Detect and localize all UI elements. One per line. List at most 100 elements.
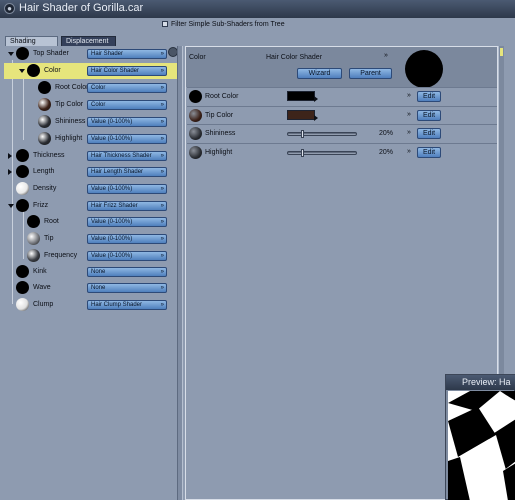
shader-type-select[interactable]: Hair Clump Shader » — [87, 300, 167, 310]
param-label: Highlight — [205, 149, 233, 156]
scroll-marker — [500, 48, 503, 56]
chevron-icon[interactable]: » — [407, 92, 411, 99]
tree-item-tip-color[interactable]: Tip Color Color » — [4, 97, 180, 113]
tree-item-tip[interactable]: Tip Value (0-100%) » — [4, 231, 180, 247]
swatch-corner-icon — [314, 115, 318, 121]
shader-ball-icon — [27, 232, 40, 245]
close-icon[interactable]: ● — [4, 3, 15, 14]
tree-item-thickness[interactable]: Thickness Hair Thickness Shader » — [4, 148, 180, 164]
value-slider[interactable] — [287, 130, 357, 138]
shader-ball-icon — [38, 132, 51, 145]
disclosure-closed-icon[interactable] — [8, 153, 12, 159]
parent-button[interactable]: Parent — [349, 68, 392, 79]
panel-divider[interactable] — [177, 46, 183, 500]
edit-button[interactable]: Edit — [417, 110, 441, 121]
slider-thumb[interactable] — [301, 149, 304, 157]
percent-value: 20% — [379, 130, 394, 137]
edit-button[interactable]: Edit — [417, 147, 441, 158]
tree-item-highlight[interactable]: Highlight Value (0-100%) » — [4, 131, 180, 147]
disclosure-open-icon[interactable] — [19, 69, 25, 73]
color-swatch[interactable] — [287, 110, 318, 121]
preview-title[interactable]: Preview: Ha — [446, 375, 515, 390]
chevron-down-icon: » — [160, 51, 164, 57]
tree-item-wave[interactable]: Wave None » — [4, 280, 180, 296]
param-row-shininess: Shininess 20% » Edit — [187, 124, 497, 142]
shader-type-select[interactable]: Hair Frizz Shader » — [87, 201, 167, 211]
chevron-icon[interactable]: » — [407, 148, 411, 155]
shader-type-select[interactable]: Value (0-100%) » — [87, 134, 167, 144]
param-row-highlight: Highlight 20% » Edit — [187, 143, 497, 161]
shader-type-select[interactable]: Value (0-100%) » — [87, 184, 167, 194]
wizard-button[interactable]: Wizard — [297, 68, 342, 79]
shader-ball-icon — [27, 64, 40, 77]
shader-type-select[interactable]: Hair Shader » — [87, 49, 167, 59]
disclosure-closed-icon[interactable] — [8, 169, 12, 175]
shader-type-select[interactable]: Value (0-100%) » — [87, 117, 167, 127]
shader-type-select[interactable]: Color » — [87, 83, 167, 93]
shader-preview-ball — [405, 50, 443, 88]
tree-item-label: Density — [33, 185, 57, 192]
tree-item-shininess[interactable]: Shininess Value (0-100%) » — [4, 114, 180, 130]
select-value: Value (0-100%) — [91, 186, 133, 192]
swatch-corner-icon — [314, 96, 318, 102]
param-row-tip-color: Tip Color » Edit — [187, 106, 497, 124]
shader-ball-icon — [16, 199, 29, 212]
shader-type-select[interactable]: Hair Length Shader » — [87, 167, 167, 177]
panel-header: Color Hair Color Shader » Wizard Parent — [186, 47, 497, 88]
slider-thumb[interactable] — [301, 130, 304, 138]
shader-type-select[interactable]: Value (0-100%) » — [87, 234, 167, 244]
tree-item-root[interactable]: Root Value (0-100%) » — [4, 214, 180, 230]
edit-button[interactable]: Edit — [417, 91, 441, 102]
panel-label: Color — [189, 54, 206, 61]
checkbox-icon[interactable] — [162, 21, 168, 27]
disclosure-open-icon[interactable] — [8, 204, 14, 208]
chevron-down-icon: » — [160, 169, 164, 175]
tree-item-label: Thickness — [33, 152, 65, 159]
filter-checkbox[interactable]: Filter Simple Sub-Shaders from Tree — [162, 21, 285, 28]
chevron-icon[interactable]: » — [384, 52, 388, 59]
chevron-icon[interactable]: » — [407, 129, 411, 136]
tree-item-kink[interactable]: Kink None » — [4, 264, 180, 280]
shader-ball-icon — [16, 47, 29, 60]
tree-item-label: Tip — [44, 235, 54, 242]
select-value: Hair Shader — [91, 51, 124, 57]
tree-item-root-color[interactable]: Root Color Color » — [4, 80, 180, 96]
shader-ball-icon — [16, 298, 29, 311]
select-value: Hair Thickness Shader — [91, 153, 152, 159]
preview-caption: Hai — [449, 392, 459, 398]
shader-type-select[interactable]: Hair Color Shader » — [87, 66, 167, 76]
color-swatch[interactable] — [287, 91, 318, 102]
edit-button[interactable]: Edit — [417, 128, 441, 139]
shader-ball-icon — [16, 149, 29, 162]
tree-item-frequency[interactable]: Frequency Value (0-100%) » — [4, 248, 180, 264]
shader-ball-icon — [27, 249, 40, 262]
select-value: Value (0-100%) — [91, 253, 133, 259]
tree-item-color[interactable]: Color Hair Color Shader » — [4, 63, 180, 79]
checkerboard-image — [448, 391, 515, 500]
window-title: Hair Shader of Gorilla.car — [19, 2, 144, 14]
chevron-icon[interactable]: » — [407, 111, 411, 118]
tree-item-length[interactable]: Length Hair Length Shader » — [4, 164, 180, 180]
chevron-down-icon: » — [160, 236, 164, 242]
shader-type-select[interactable]: Color » — [87, 100, 167, 110]
tree-item-top-shader[interactable]: Top Shader Hair Shader » — [4, 46, 180, 62]
chevron-down-icon: » — [160, 68, 164, 74]
shader-type-select[interactable]: Value (0-100%) » — [87, 217, 167, 227]
select-value: None — [91, 269, 106, 275]
param-label: Shininess — [205, 130, 236, 137]
value-slider[interactable] — [287, 149, 357, 157]
chevron-down-icon: » — [160, 186, 164, 192]
disclosure-open-icon[interactable] — [8, 52, 14, 56]
shader-type-select[interactable]: None » — [87, 267, 167, 277]
chevron-down-icon: » — [160, 153, 164, 159]
shader-type-select[interactable]: None » — [87, 283, 167, 293]
shader-type-select[interactable]: Hair Thickness Shader » — [87, 151, 167, 161]
tree-item-clump[interactable]: Clump Hair Clump Shader » — [4, 297, 180, 313]
select-value: Color — [91, 85, 106, 91]
tree-item-label: Color — [44, 67, 61, 74]
chevron-down-icon: » — [160, 85, 164, 91]
select-value: Value (0-100%) — [91, 219, 133, 225]
tree-item-frizz[interactable]: Frizz Hair Frizz Shader » — [4, 198, 180, 214]
tree-item-density[interactable]: Density Value (0-100%) » — [4, 181, 180, 197]
shader-type-select[interactable]: Value (0-100%) » — [87, 251, 167, 261]
